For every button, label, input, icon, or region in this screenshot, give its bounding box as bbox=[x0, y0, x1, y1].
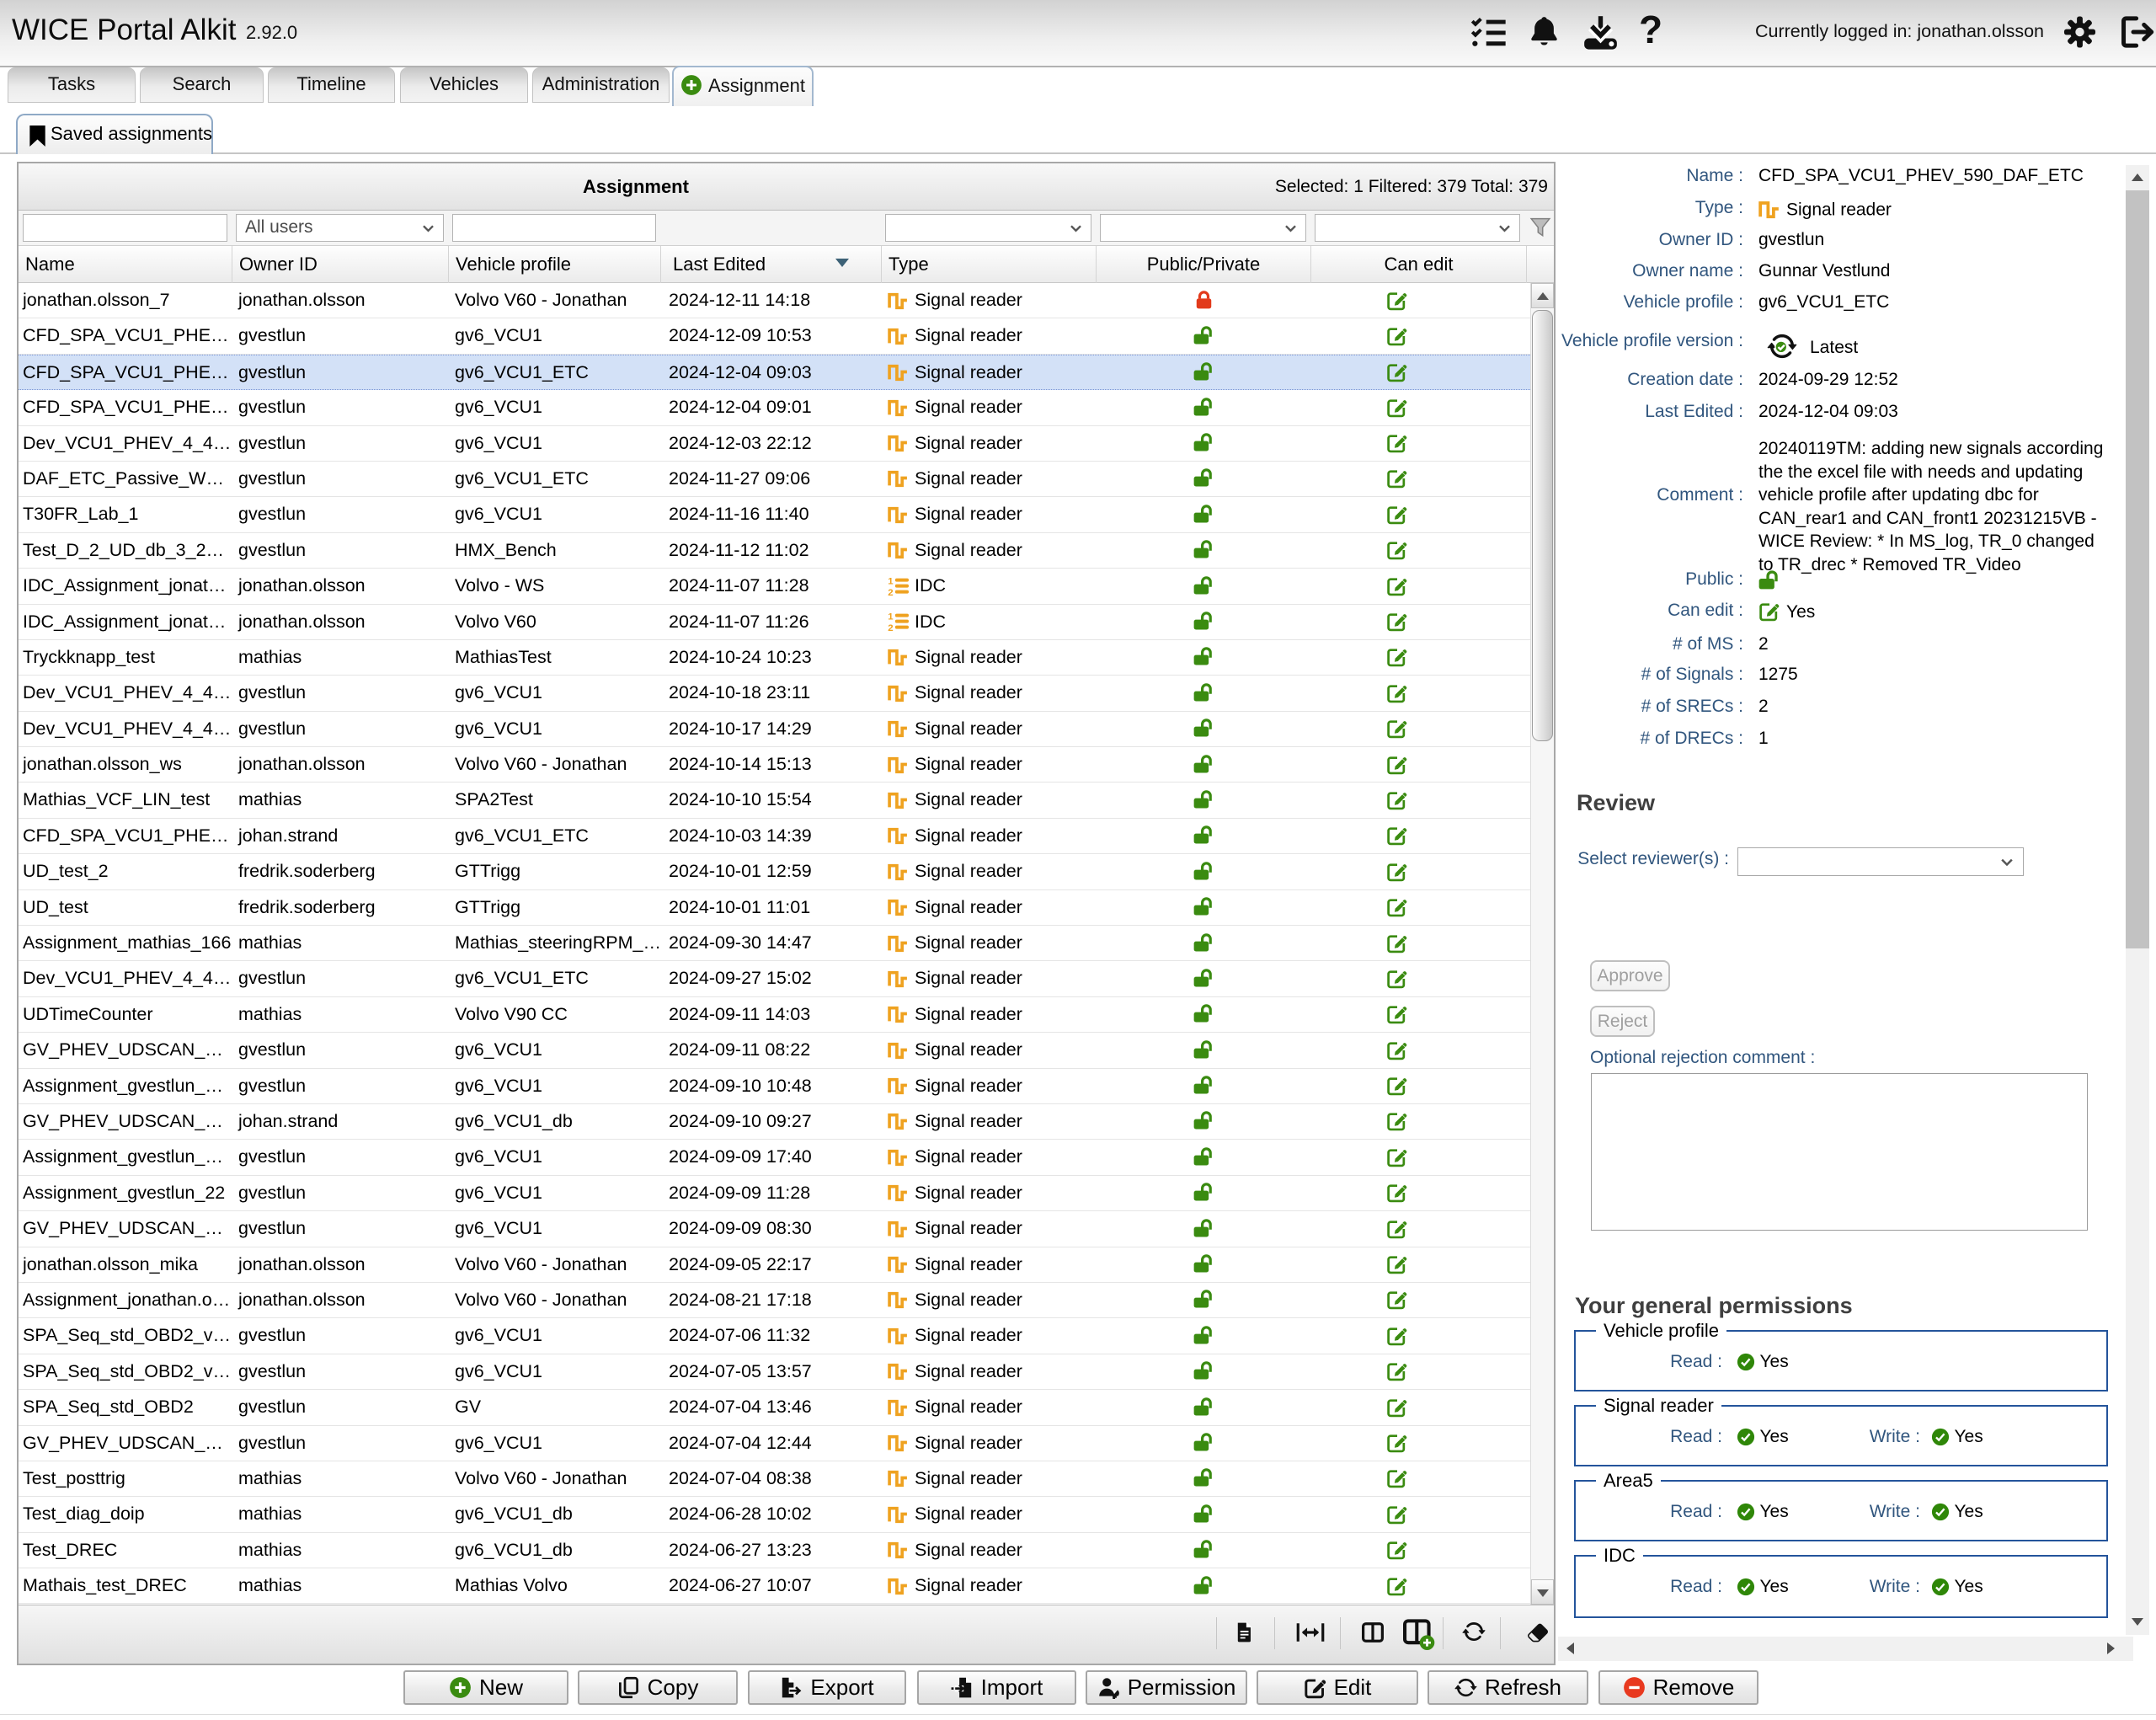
svg-text:2: 2 bbox=[888, 588, 893, 596]
svg-text:1: 1 bbox=[888, 576, 894, 586]
svg-text:1: 1 bbox=[888, 612, 894, 622]
svg-text:2: 2 bbox=[888, 623, 893, 632]
